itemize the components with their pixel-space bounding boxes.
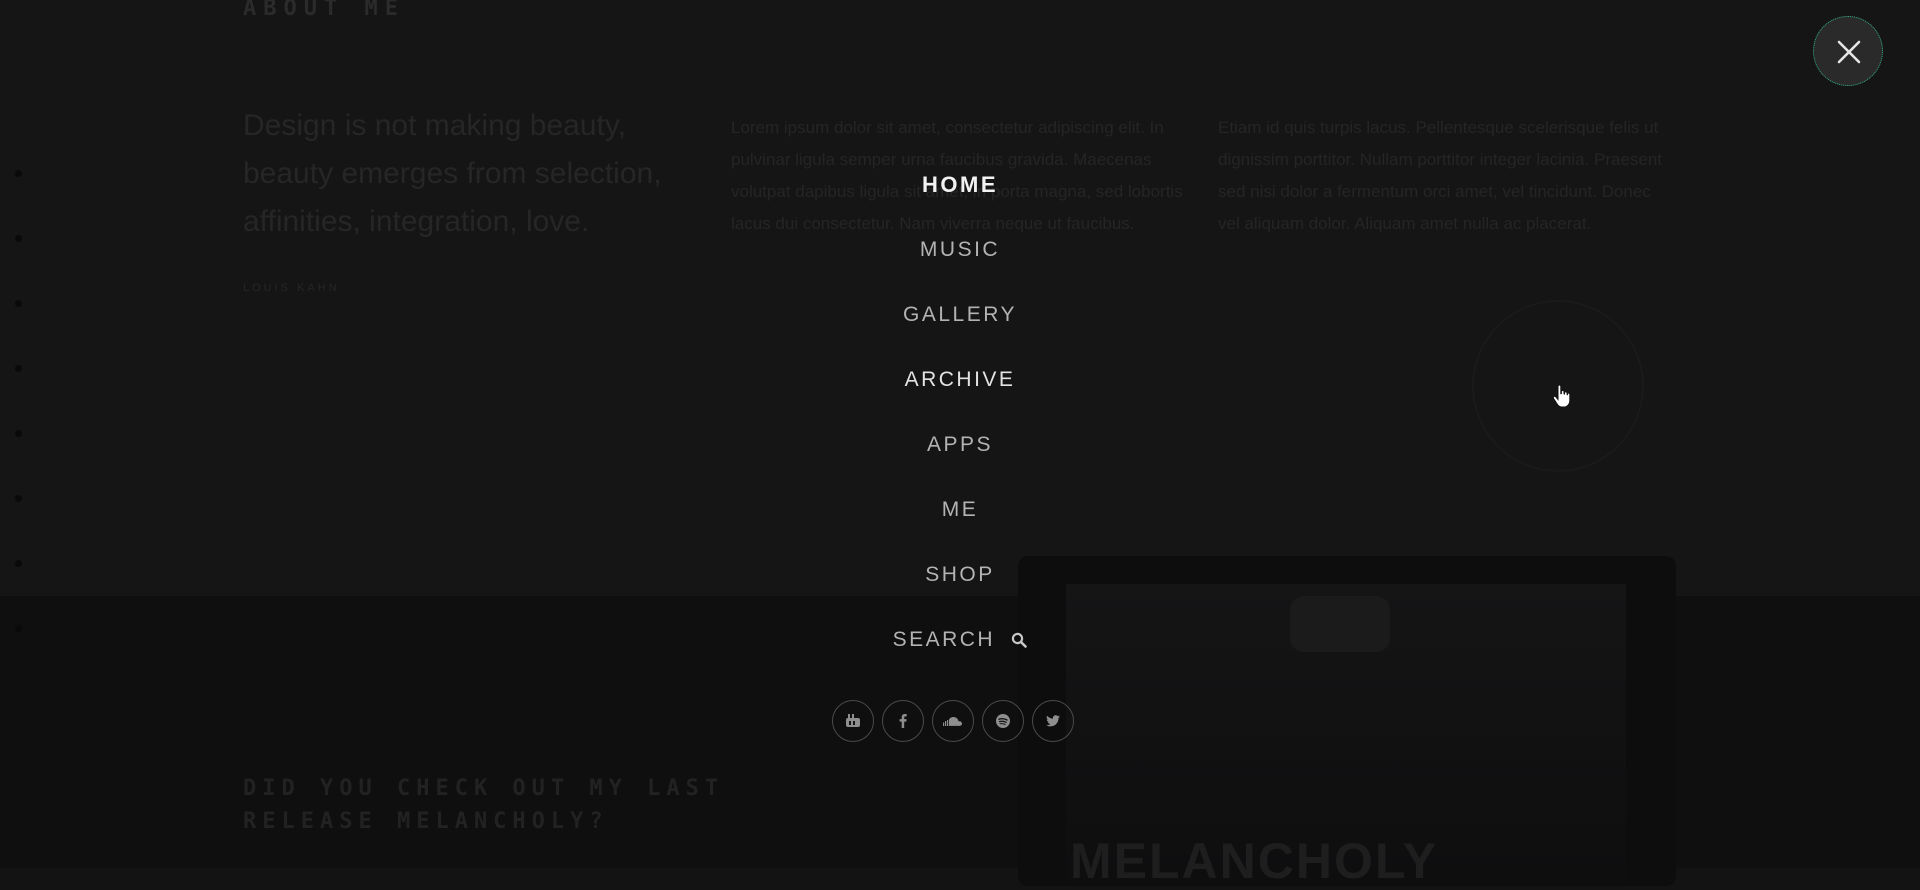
nav-item-label: MUSIC	[919, 238, 1001, 261]
nav-item-shop[interactable]: SHOP	[760, 550, 1160, 615]
youtube-link[interactable]	[832, 700, 874, 742]
menu-overlay: HOME MUSIC GALLERY ARCHIVE APPS ME SHOP …	[0, 0, 1920, 868]
nav-item-me[interactable]: ME	[760, 485, 1160, 550]
facebook-link[interactable]	[882, 700, 924, 742]
nav-item-label: GALLERY	[903, 303, 1017, 326]
youtube-icon	[846, 714, 860, 727]
spotify-icon	[996, 714, 1010, 728]
nav-item-label: SEARCH	[892, 628, 996, 651]
nav-item-music[interactable]: MUSIC	[760, 225, 1160, 290]
nav-item-apps[interactable]: APPS	[760, 420, 1160, 485]
facebook-icon	[899, 714, 907, 728]
close-icon	[1837, 40, 1861, 64]
social-links	[832, 700, 1074, 744]
nav-item-label: ARCHIVE	[904, 368, 1016, 391]
close-menu-button[interactable]	[1813, 16, 1883, 86]
soundcloud-icon	[943, 717, 962, 726]
nav-item-home[interactable]: HOME	[760, 160, 1160, 225]
nav-item-archive[interactable]: ARCHIVE	[760, 355, 1160, 420]
soundcloud-link[interactable]	[932, 700, 974, 742]
twitter-link[interactable]	[1032, 700, 1074, 742]
nav-item-label: ME	[941, 498, 979, 521]
nav-item-gallery[interactable]: GALLERY	[760, 290, 1160, 355]
twitter-icon	[1046, 715, 1060, 727]
spotify-link[interactable]	[982, 700, 1024, 742]
nav-item-search[interactable]: SEARCH	[760, 615, 1160, 680]
main-navigation: HOME MUSIC GALLERY ARCHIVE APPS ME SHOP …	[760, 160, 1160, 680]
hand-cursor-icon	[1552, 384, 1570, 408]
nav-item-label: HOME	[922, 172, 998, 197]
nav-item-label: APPS	[926, 433, 994, 456]
search-icon	[1012, 632, 1028, 648]
nav-item-label: SHOP	[925, 563, 995, 586]
